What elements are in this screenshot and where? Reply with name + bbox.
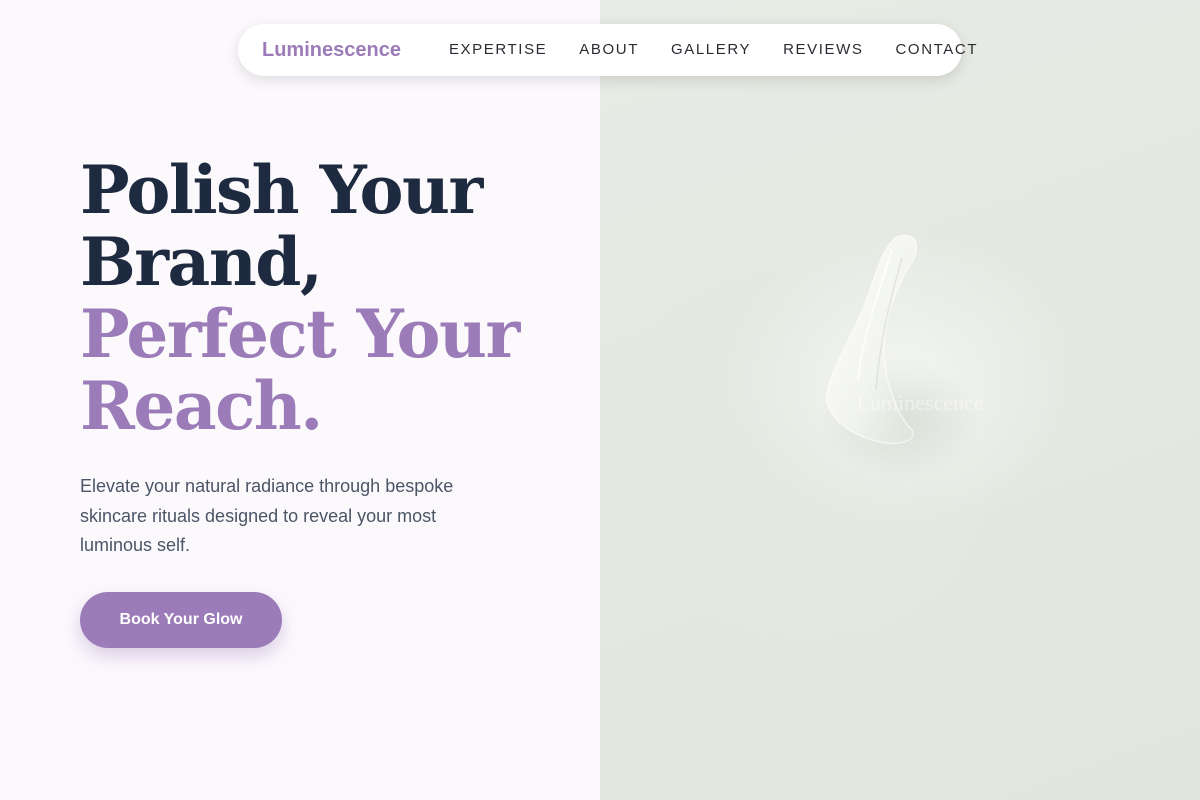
hero-section: Polish Your Brand, Perfect Your Reach. E…	[80, 154, 580, 561]
headline-line-3: Perfect Your	[80, 295, 520, 373]
image-watermark: Luminescence	[856, 390, 983, 415]
brand-logo-link[interactable]: Luminescence	[262, 39, 401, 62]
nav-link-about[interactable]: ABOUT	[579, 41, 639, 58]
nav-link-expertise[interactable]: EXPERTISE	[449, 41, 547, 58]
book-your-glow-button[interactable]: Book Your Glow	[80, 592, 282, 648]
hero-headline: Polish Your Brand, Perfect Your Reach.	[80, 154, 580, 442]
cream-swatch-illustration: Luminescence	[820, 234, 984, 480]
headline-line-4: Reach.	[80, 367, 323, 445]
nav-link-gallery[interactable]: GALLERY	[671, 41, 751, 58]
nav-link-reviews[interactable]: REVIEWS	[783, 41, 863, 58]
headline-line-1: Polish Your	[80, 151, 483, 229]
headline-line-2: Brand,	[80, 223, 323, 301]
top-navigation: Luminescence EXPERTISE ABOUT GALLERY REV…	[238, 24, 977, 76]
hero-subtitle: Elevate your natural radiance through be…	[80, 476, 454, 555]
nav-link-contact[interactable]: CONTACT	[896, 41, 979, 58]
hero-image: Luminescence	[600, 0, 1200, 800]
landing-page: Luminescence Luminescence EXPERTISE ABOU…	[0, 0, 1200, 800]
nav-links: EXPERTISE ABOUT GALLERY REVIEWS CONTACT	[449, 41, 978, 59]
